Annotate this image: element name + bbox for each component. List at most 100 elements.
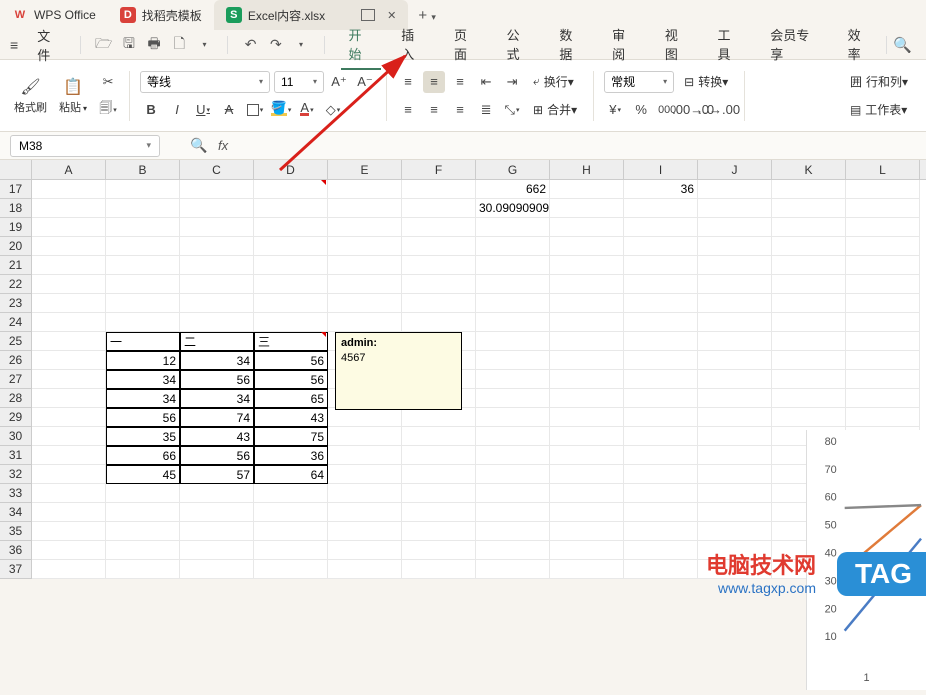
cell[interactable]: [32, 541, 106, 560]
rows-cols-button[interactable]: 囲行和列▾: [844, 71, 914, 93]
strikethrough-button[interactable]: A: [218, 99, 240, 121]
menu-tab-5[interactable]: 审阅: [604, 20, 645, 70]
cell[interactable]: [550, 503, 624, 522]
column-header[interactable]: F: [402, 160, 476, 179]
cell[interactable]: [180, 541, 254, 560]
cell[interactable]: [180, 199, 254, 218]
cell[interactable]: 36: [624, 180, 698, 199]
column-header[interactable]: H: [550, 160, 624, 179]
column-header[interactable]: G: [476, 160, 550, 179]
open-icon[interactable]: 🗁: [95, 36, 112, 54]
decrease-indent-icon[interactable]: ⇤: [475, 71, 497, 93]
cell[interactable]: [550, 484, 624, 503]
history-dropdown-icon[interactable]: ▾: [292, 36, 309, 54]
cell[interactable]: [624, 541, 698, 560]
row-header[interactable]: 24: [0, 313, 32, 332]
copy-icon[interactable]: 🗐▾: [97, 99, 119, 121]
cell[interactable]: [402, 294, 476, 313]
column-header[interactable]: C: [180, 160, 254, 179]
cell[interactable]: 66: [106, 446, 180, 465]
cell[interactable]: [32, 294, 106, 313]
row-header[interactable]: 30: [0, 427, 32, 446]
cell[interactable]: [624, 237, 698, 256]
cell[interactable]: [32, 389, 106, 408]
cell[interactable]: [550, 351, 624, 370]
cell[interactable]: [32, 237, 106, 256]
cell[interactable]: [476, 294, 550, 313]
cell[interactable]: [624, 389, 698, 408]
cell[interactable]: [550, 199, 624, 218]
row-header[interactable]: 35: [0, 522, 32, 541]
cell[interactable]: [402, 560, 476, 579]
cell[interactable]: [32, 427, 106, 446]
cell[interactable]: [32, 522, 106, 541]
cell[interactable]: [550, 560, 624, 579]
menu-tab-4[interactable]: 数据: [551, 20, 592, 70]
increase-indent-icon[interactable]: ⇥: [501, 71, 523, 93]
cell[interactable]: [698, 427, 772, 446]
menu-tab-8[interactable]: 会员专享: [762, 20, 827, 70]
align-middle-icon[interactable]: ≡: [423, 71, 445, 93]
cell[interactable]: [32, 446, 106, 465]
cell[interactable]: [846, 256, 920, 275]
align-bottom-icon[interactable]: ≡: [449, 71, 471, 93]
row-header[interactable]: 21: [0, 256, 32, 275]
cell[interactable]: [846, 180, 920, 199]
cell[interactable]: [32, 275, 106, 294]
cell[interactable]: 45: [106, 465, 180, 484]
cell[interactable]: [550, 389, 624, 408]
cell[interactable]: [328, 237, 402, 256]
wrap-text-button[interactable]: ⤶换行▾: [527, 71, 580, 93]
cell[interactable]: [328, 560, 402, 579]
cell[interactable]: 一: [106, 332, 180, 351]
cell[interactable]: [624, 408, 698, 427]
zoom-formula-icon[interactable]: 🔍: [190, 137, 208, 154]
cell[interactable]: [772, 389, 846, 408]
cell[interactable]: [402, 237, 476, 256]
menu-tab-6[interactable]: 视图: [657, 20, 698, 70]
number-format-combo[interactable]: 常规▾: [604, 71, 674, 93]
row-header[interactable]: 33: [0, 484, 32, 503]
format-brush-button[interactable]: 🖌 格式刷: [8, 77, 53, 115]
cell[interactable]: [180, 294, 254, 313]
cell[interactable]: [328, 218, 402, 237]
cell[interactable]: [476, 237, 550, 256]
row-header[interactable]: 31: [0, 446, 32, 465]
cell[interactable]: [402, 256, 476, 275]
cell[interactable]: [32, 180, 106, 199]
cell[interactable]: [624, 484, 698, 503]
cell[interactable]: [476, 370, 550, 389]
row-header[interactable]: 29: [0, 408, 32, 427]
cell[interactable]: [476, 484, 550, 503]
cell[interactable]: [328, 275, 402, 294]
cell[interactable]: [32, 370, 106, 389]
column-header[interactable]: B: [106, 160, 180, 179]
cell[interactable]: 12: [106, 351, 180, 370]
cell[interactable]: [328, 199, 402, 218]
cell[interactable]: [846, 389, 920, 408]
cell[interactable]: [106, 541, 180, 560]
cell[interactable]: [32, 332, 106, 351]
currency-icon[interactable]: ¥▾: [604, 99, 626, 121]
cell[interactable]: 56: [180, 446, 254, 465]
cell[interactable]: [550, 332, 624, 351]
cell[interactable]: [180, 484, 254, 503]
select-all-corner[interactable]: [0, 160, 32, 179]
cell[interactable]: [846, 294, 920, 313]
row-header[interactable]: 17: [0, 180, 32, 199]
cell[interactable]: 35: [106, 427, 180, 446]
cell[interactable]: [32, 465, 106, 484]
font-name-combo[interactable]: 等线▾: [140, 71, 270, 93]
cell[interactable]: 56: [254, 370, 328, 389]
cell[interactable]: [254, 484, 328, 503]
save-icon[interactable]: 🖫: [120, 36, 137, 54]
cell[interactable]: [476, 522, 550, 541]
cell[interactable]: [550, 180, 624, 199]
cell[interactable]: [846, 351, 920, 370]
cell[interactable]: [698, 522, 772, 541]
cell[interactable]: [550, 294, 624, 313]
menu-tab-1[interactable]: 插入: [393, 20, 434, 70]
cell[interactable]: [180, 180, 254, 199]
percent-icon[interactable]: %: [630, 99, 652, 121]
menu-tab-7[interactable]: 工具: [710, 20, 751, 70]
